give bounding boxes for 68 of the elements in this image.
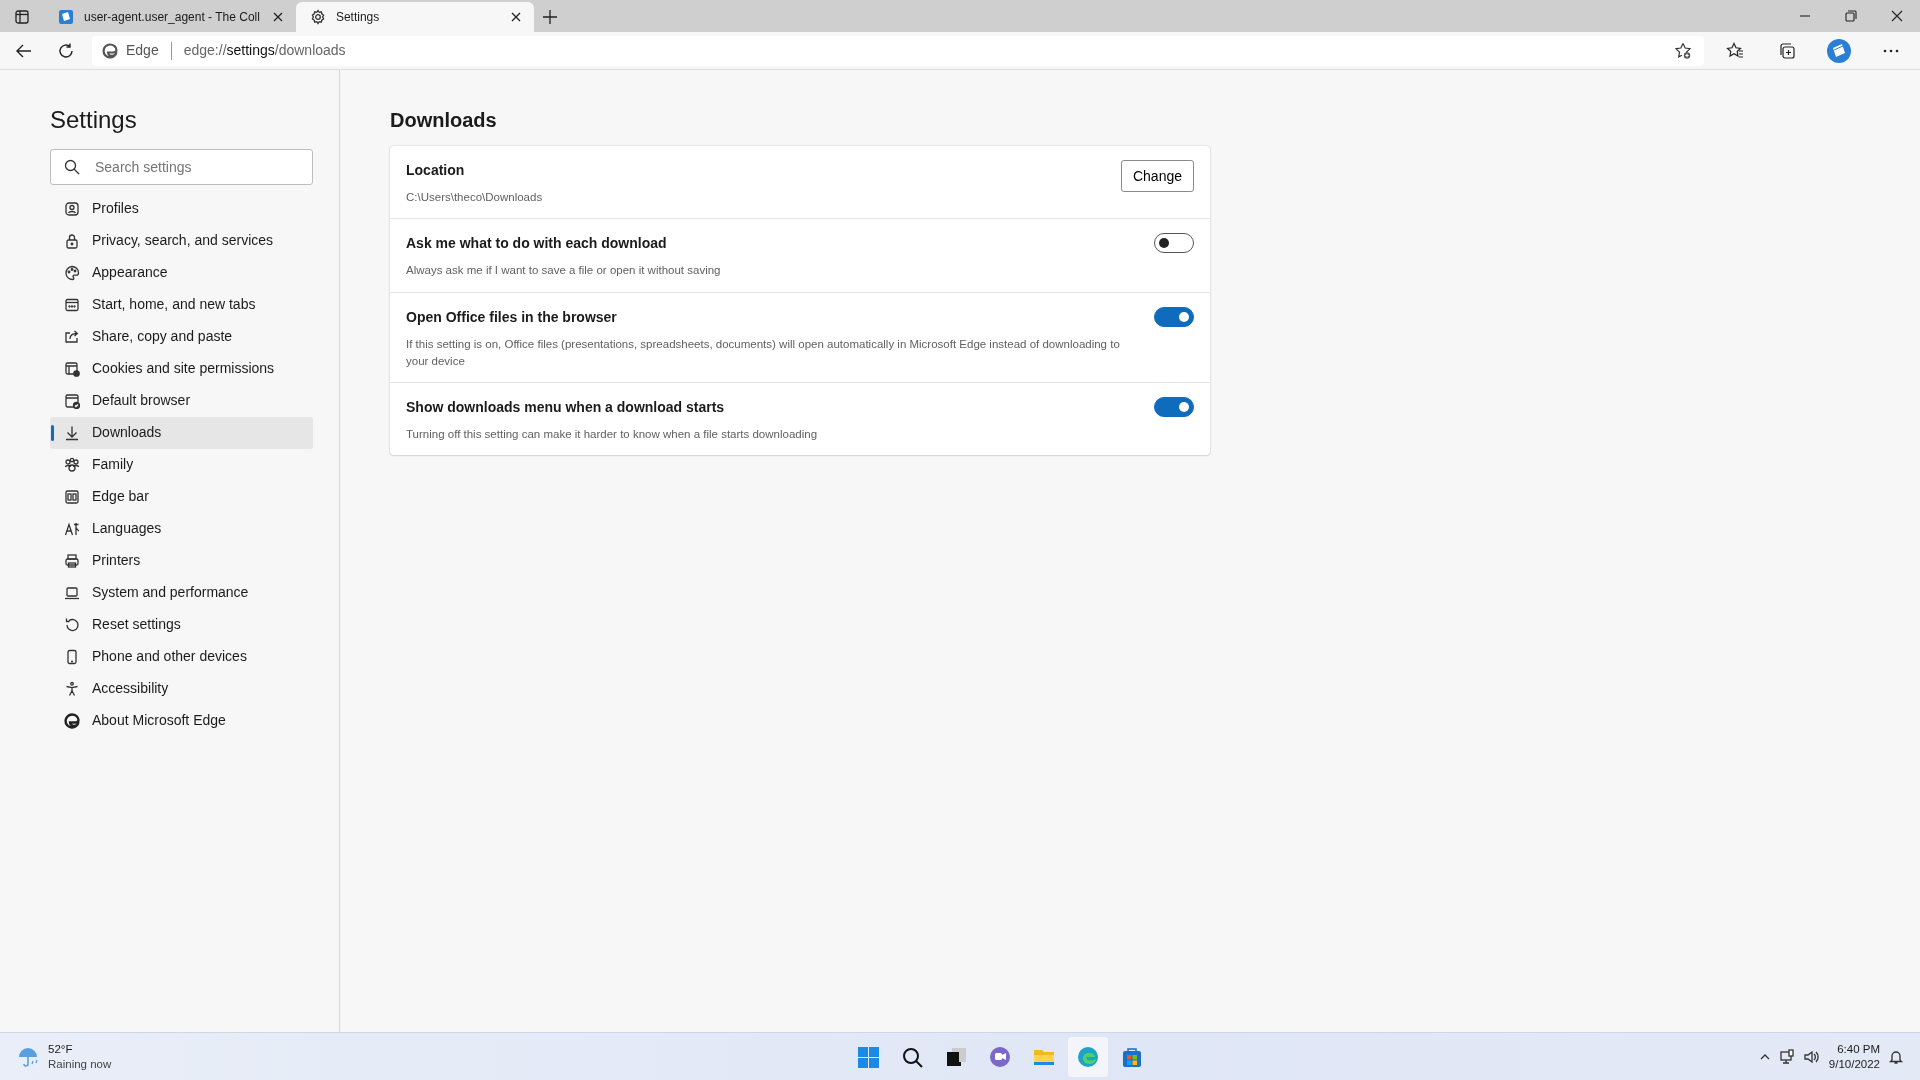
- setting-description: Turning off this setting can make it harder to know when a file starts downloading: [406, 427, 819, 442]
- sidebar-item[interactable]: System and performance: [50, 576, 313, 609]
- weather-condition: Raining now: [48, 1056, 112, 1072]
- edge-logo-icon: [64, 712, 80, 729]
- sidebar-item[interactable]: Share, copy and paste: [50, 320, 313, 353]
- lock-icon: [64, 232, 80, 249]
- toggle-switch[interactable]: [1154, 233, 1194, 254]
- sidebar-item[interactable]: Downloads: [50, 416, 313, 449]
- gear-icon: [309, 9, 326, 25]
- sidebar-item[interactable]: About Microsoft Edge: [50, 704, 313, 737]
- site-label: Edge: [126, 41, 159, 60]
- toggle-switch[interactable]: [1154, 397, 1194, 417]
- url-text: edge://settings/downloads: [183, 41, 346, 60]
- edge-logo-icon: [102, 42, 118, 59]
- setting-description: Always ask me if I want to save a file or open it without saving: [406, 263, 722, 279]
- sidebar-item[interactable]: Printers: [50, 544, 313, 577]
- setting-title: Open Office files in the browser: [406, 307, 618, 327]
- sidebar-item[interactable]: Accessibility: [50, 672, 313, 705]
- setting-description: If this setting is on, Office files (presentations, spreadsheets, documents) will open automatically in Microsoft Edge instead of downloading to your device: [406, 336, 1121, 369]
- sidebar-item[interactable]: Languages: [50, 512, 313, 545]
- sidebar-panel-icon: [64, 488, 80, 505]
- chat-icon[interactable]: [988, 1044, 1012, 1069]
- laptop-icon: [64, 584, 80, 601]
- network-icon[interactable]: [1778, 1048, 1795, 1065]
- palette-icon: [64, 264, 80, 281]
- sidebar-item[interactable]: Default browser: [50, 384, 313, 417]
- sidebar-item[interactable]: Phone and other devices: [50, 640, 313, 673]
- sidebar-item[interactable]: Family: [50, 448, 313, 481]
- sidebar-item[interactable]: Appearance: [50, 256, 313, 289]
- family-icon: [64, 456, 80, 473]
- printer-icon: [64, 552, 80, 569]
- clock-time: 6:40 PM: [1836, 1041, 1880, 1057]
- sidebar-item[interactable]: Profiles: [50, 192, 313, 225]
- language-icon: [64, 520, 80, 537]
- book-icon: [58, 9, 74, 25]
- browser-tab[interactable]: Settings: [295, 2, 534, 32]
- address-bar[interactable]: Edge edge://settings/downloads: [92, 35, 1704, 66]
- notification-bell-icon[interactable]: [1888, 1048, 1904, 1065]
- toggle-switch[interactable]: [1154, 306, 1194, 327]
- browser-tab[interactable]: user-agent.user_agent - The Coll: [44, 2, 296, 32]
- temperature-text: 52°F: [48, 1041, 74, 1057]
- clock-date: 9/10/2022: [1828, 1056, 1880, 1072]
- share-icon: [64, 328, 80, 345]
- sidebar-item[interactable]: Cookies and site permissions: [50, 352, 313, 385]
- sidebar-item[interactable]: Start, home, and new tabs: [50, 288, 313, 321]
- setting-title: Show downloads menu when a download starts: [406, 398, 726, 417]
- page-title: Downloads: [390, 108, 498, 132]
- download-icon: [64, 424, 80, 441]
- clock[interactable]: 6:40 PM 9/10/2022: [1828, 1041, 1880, 1072]
- sidebar-title: Settings: [50, 106, 138, 135]
- setting-description: C:\Users\theco\Downloads: [406, 190, 544, 205]
- edge-logo-icon[interactable]: [1076, 1044, 1100, 1069]
- sidebar-item[interactable]: Edge bar: [50, 480, 313, 513]
- start-icon[interactable]: [856, 1044, 880, 1069]
- search-icon: [64, 158, 80, 175]
- setting-title: Ask me what to do with each download: [406, 234, 668, 254]
- setting-title: Location: [406, 161, 466, 180]
- sidebar-item[interactable]: Privacy, search, and services: [50, 224, 313, 257]
- speaker-icon[interactable]: [1802, 1048, 1821, 1065]
- reset-icon: [64, 616, 80, 633]
- search-field[interactable]: Search settings: [50, 148, 313, 185]
- accessibility-icon: [64, 680, 80, 697]
- sidebar-item[interactable]: Reset settings: [50, 608, 313, 641]
- profile-icon: [64, 200, 80, 217]
- change-button[interactable]: Change: [1120, 160, 1194, 192]
- window-icon: [64, 296, 80, 313]
- phone-icon: [64, 648, 80, 665]
- browser-check-icon: [64, 392, 80, 409]
